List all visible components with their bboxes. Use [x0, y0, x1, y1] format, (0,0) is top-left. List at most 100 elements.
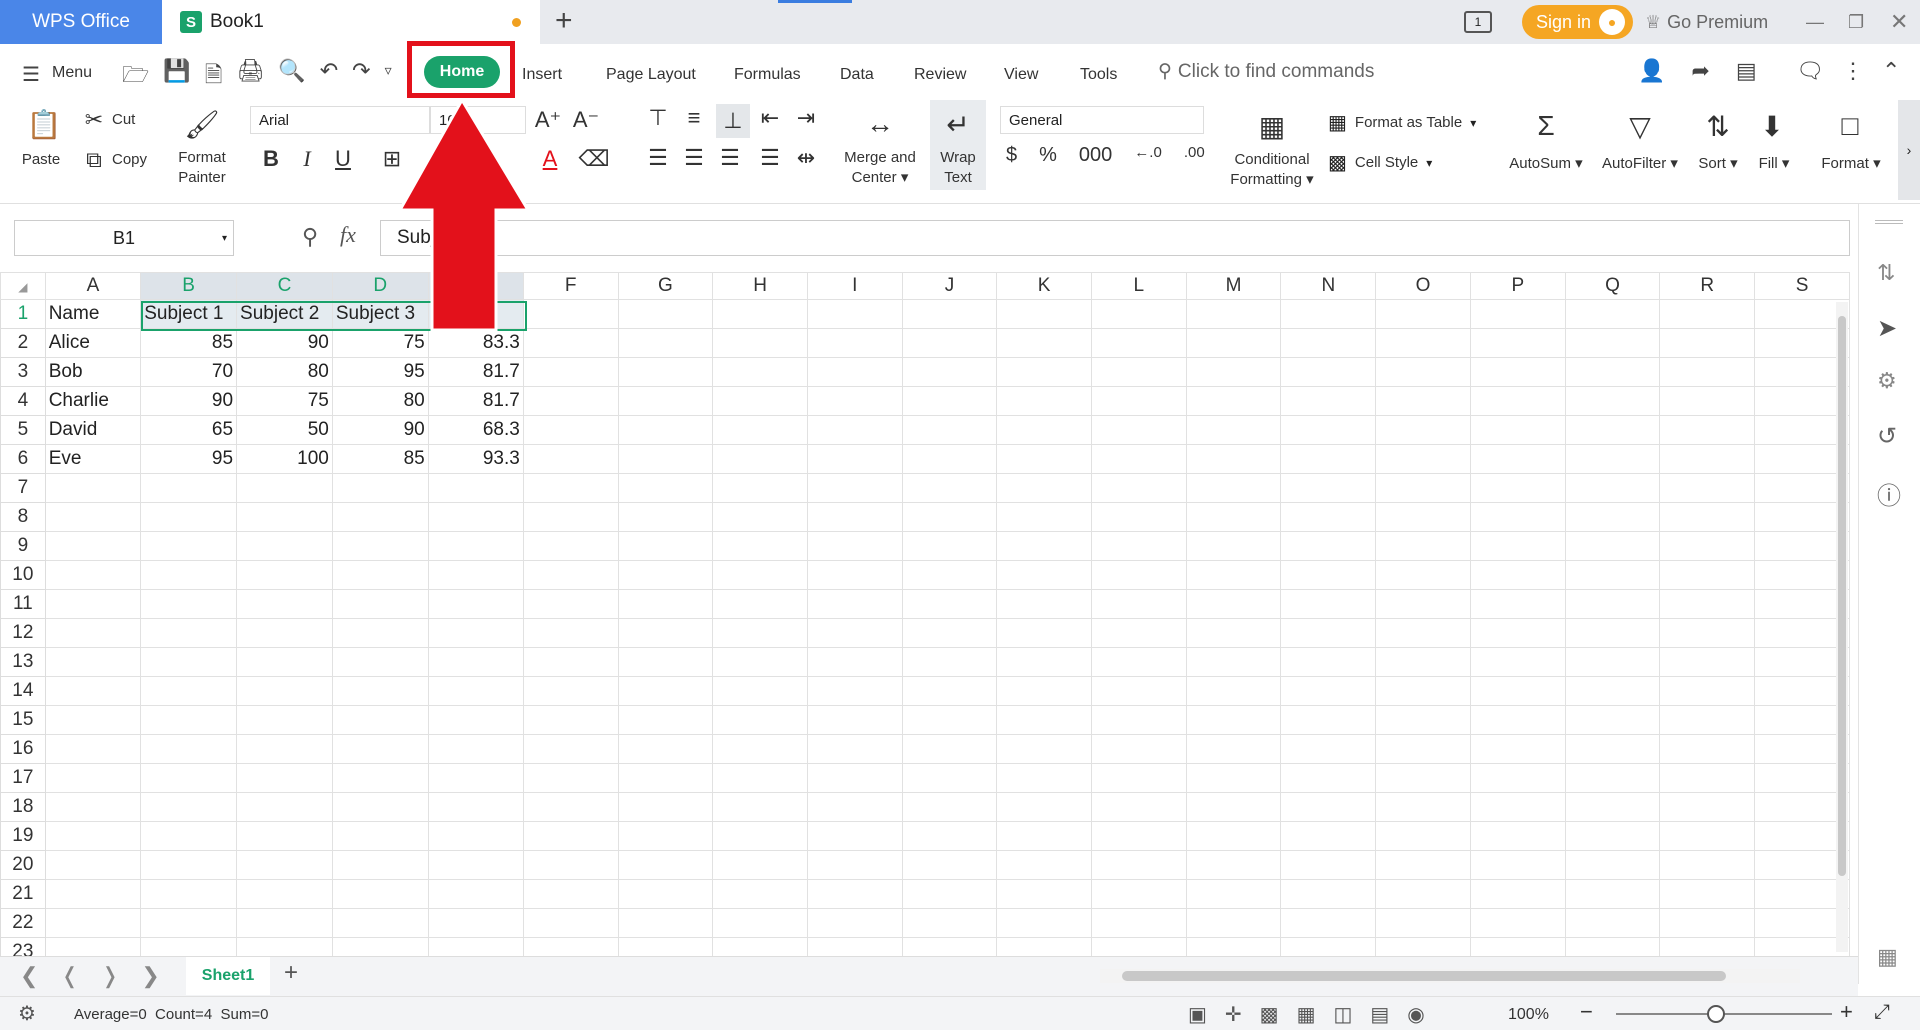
cell-o22[interactable] [1375, 908, 1471, 938]
cell-o17[interactable] [1375, 763, 1471, 793]
more-icon[interactable]: ⋮ [1842, 58, 1864, 84]
wrap-text-button[interactable]: ↵ Wrap Text [930, 100, 986, 190]
cell-i14[interactable] [807, 676, 903, 706]
cell-f11[interactable] [522, 589, 619, 619]
column-header-l[interactable]: L [1090, 272, 1187, 300]
cell-i15[interactable] [807, 705, 903, 735]
cell-p10[interactable] [1469, 560, 1566, 590]
cell-c23[interactable] [236, 937, 333, 956]
add-sheet-button[interactable]: + [284, 959, 298, 987]
cell-l22[interactable] [1090, 908, 1187, 938]
cell-p6[interactable] [1469, 444, 1566, 474]
cell-a18[interactable] [44, 792, 142, 822]
cell-j9[interactable] [901, 531, 998, 561]
align-bottom-icon[interactable]: ⊥ [716, 104, 750, 138]
cell-o13[interactable] [1375, 647, 1471, 677]
collapse-ribbon-icon[interactable]: ⌃ [1882, 58, 1900, 84]
cell-f10[interactable] [522, 560, 619, 590]
autosum-icon[interactable]: Σ [1526, 106, 1566, 146]
cell-b5[interactable]: 65 [140, 415, 238, 445]
cell-r17[interactable] [1659, 763, 1756, 793]
cell-r1[interactable] [1659, 299, 1756, 329]
cell-l18[interactable] [1090, 792, 1187, 822]
cell-k16[interactable] [996, 734, 1092, 764]
cell-a10[interactable] [44, 560, 142, 590]
cell-d13[interactable] [331, 647, 429, 677]
column-header-a[interactable]: A [44, 272, 142, 300]
undo-icon[interactable]: ↶ [320, 58, 338, 96]
cell-n3[interactable] [1280, 357, 1377, 387]
eye-protection-icon[interactable]: ◉ [1407, 1002, 1424, 1027]
customize-dropdown-icon[interactable]: ▿ [385, 62, 392, 96]
share-user-icon[interactable]: 👤 [1638, 58, 1665, 84]
cell-l13[interactable] [1090, 647, 1187, 677]
cell-q2[interactable] [1564, 328, 1661, 358]
cell-f17[interactable] [522, 763, 619, 793]
row-header-4[interactable]: 4 [0, 386, 46, 416]
column-header-f[interactable]: F [522, 272, 619, 300]
cell-b18[interactable] [140, 792, 238, 822]
cell-g2[interactable] [617, 328, 714, 358]
cell-d2[interactable]: 75 [331, 328, 429, 358]
cell-l19[interactable] [1090, 821, 1187, 851]
tab-review[interactable]: Review [914, 66, 966, 84]
cell-g8[interactable] [617, 502, 714, 532]
cell-h22[interactable] [712, 908, 809, 938]
cell-n20[interactable] [1280, 850, 1377, 880]
cell-i21[interactable] [807, 879, 903, 909]
apps-grid-icon[interactable]: ▦ [1877, 944, 1898, 970]
cell-i9[interactable] [807, 531, 903, 561]
format-as-table-button[interactable]: ▦ Format as Table ▾ [1328, 110, 1476, 135]
cell-l6[interactable] [1090, 444, 1187, 474]
cell-q13[interactable] [1564, 647, 1661, 677]
cell-c20[interactable] [236, 850, 333, 880]
cell-j10[interactable] [901, 560, 998, 590]
cell-e18[interactable] [427, 792, 524, 822]
print-preview-icon[interactable]: 🔍 [278, 58, 305, 96]
thousands-icon[interactable]: 000 [1079, 144, 1112, 167]
new-tab-button[interactable]: + [555, 4, 573, 38]
increase-indent-icon[interactable]: ⇥ [792, 104, 820, 132]
cell-i2[interactable] [807, 328, 903, 358]
zoom-level[interactable]: 100% [1508, 1006, 1549, 1024]
ribbon-scroll-right-icon[interactable]: › [1898, 100, 1920, 200]
cell-c19[interactable] [236, 821, 333, 851]
cell-i12[interactable] [807, 618, 903, 648]
cut-icon[interactable]: ✂ [80, 106, 108, 134]
cell-i10[interactable] [807, 560, 903, 590]
cell-p15[interactable] [1469, 705, 1566, 735]
cell-j5[interactable] [901, 415, 998, 445]
cell-d23[interactable] [331, 937, 429, 956]
cell-n2[interactable] [1280, 328, 1377, 358]
cell-j13[interactable] [901, 647, 998, 677]
cell-k1[interactable] [996, 299, 1092, 329]
cell-k12[interactable] [996, 618, 1092, 648]
cell-g14[interactable] [617, 676, 714, 706]
layout-icon[interactable]: ▤ [1736, 58, 1757, 84]
cell-c10[interactable] [236, 560, 333, 590]
page-break-icon[interactable]: ◫ [1333, 1002, 1352, 1027]
row-header-17[interactable]: 17 [0, 763, 46, 793]
freeze-icon[interactable]: ✛ [1225, 1002, 1242, 1027]
cell-m18[interactable] [1185, 792, 1282, 822]
cell-l2[interactable] [1090, 328, 1187, 358]
cell-f4[interactable] [522, 386, 619, 416]
currency-icon[interactable]: $ [1006, 144, 1017, 167]
cell-p18[interactable] [1469, 792, 1566, 822]
cell-o20[interactable] [1375, 850, 1471, 880]
font-color-icon[interactable]: A [536, 144, 564, 174]
tab-tools[interactable]: Tools [1080, 66, 1117, 84]
cell-j4[interactable] [901, 386, 998, 416]
cell-e19[interactable] [427, 821, 524, 851]
cell-b15[interactable] [140, 705, 238, 735]
cell-o5[interactable] [1375, 415, 1471, 445]
cell-e7[interactable] [427, 473, 524, 503]
cell-r21[interactable] [1659, 879, 1756, 909]
cell-p1[interactable] [1469, 299, 1566, 329]
cell-d16[interactable] [331, 734, 429, 764]
cell-i18[interactable] [807, 792, 903, 822]
format-icon[interactable]: □ [1830, 106, 1870, 146]
cell-e21[interactable] [427, 879, 524, 909]
help-icon[interactable]: ⓘ [1877, 476, 1901, 511]
cell-i13[interactable] [807, 647, 903, 677]
